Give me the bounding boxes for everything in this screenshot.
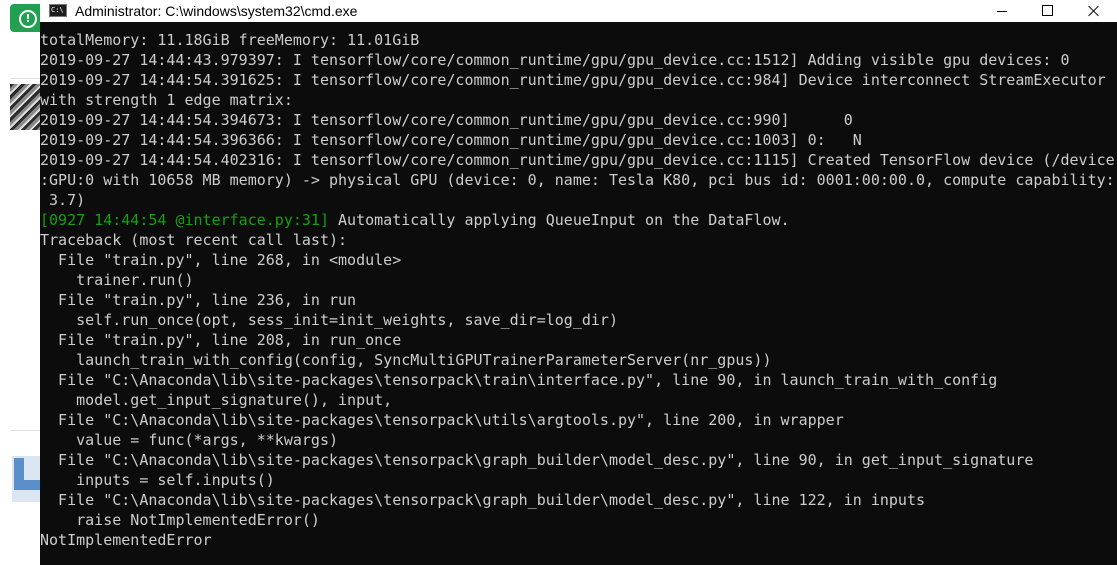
console-line: 2019-09-27 14:44:54.396366: I tensorflow… xyxy=(40,131,862,149)
console-line: 2019-09-27 14:44:54.391625: I tensorflow… xyxy=(40,71,1106,89)
minimize-icon xyxy=(997,11,1007,12)
console-line: inputs = self.inputs() xyxy=(40,471,275,489)
console-line: trainer.run() xyxy=(40,271,194,289)
thumbnail-image[interactable] xyxy=(10,84,40,130)
console-line: with strength 1 edge matrix: xyxy=(40,91,293,109)
console-output[interactable]: totalMemory: 11.18GiB freeMemory: 11.01G… xyxy=(40,30,1117,565)
console-line: NotImplementedError xyxy=(40,531,212,549)
console-line: Traceback (most recent call last): xyxy=(40,231,348,249)
console-line: raise NotImplementedError() xyxy=(40,511,320,529)
console-line: totalMemory: 11.18GiB freeMemory: 11.01G… xyxy=(40,31,420,49)
console-line: 3.7) xyxy=(40,191,86,209)
close-icon xyxy=(1088,5,1100,17)
log-prefix: [0927 14:44:54 @interface.py:31] xyxy=(40,211,329,229)
maximize-button[interactable] xyxy=(1025,0,1071,22)
console-line: 2019-09-27 14:44:54.402316: I tensorflow… xyxy=(40,151,1115,169)
console-line: value = func(*args, **kwargs) xyxy=(40,431,339,449)
console-line: launch_train_with_config(config, SyncMul… xyxy=(40,351,772,369)
console-line: 2019-09-27 14:44:54.394673: I tensorflow… xyxy=(40,111,853,129)
console-line: File "C:\Anaconda\lib\site-packages\tens… xyxy=(40,451,1034,469)
console-line: model.get_input_signature(), input, xyxy=(40,391,393,409)
cmd-window[interactable]: C:\ Administrator: C:\windows\system32\c… xyxy=(40,0,1117,565)
divider xyxy=(10,430,40,431)
divider xyxy=(10,78,40,79)
console-line: File "train.py", line 236, in run xyxy=(40,291,357,309)
console-line: File "C:\Anaconda\lib\site-packages\tens… xyxy=(40,491,926,509)
console-line: File "C:\Anaconda\lib\site-packages\tens… xyxy=(40,411,844,429)
minimize-button[interactable] xyxy=(979,0,1025,22)
console-line: :GPU:0 with 10658 MB memory) -> physical… xyxy=(40,171,1115,189)
notification-badge[interactable]: ! xyxy=(10,4,44,32)
console-line: File "C:\Anaconda\lib\site-packages\tens… xyxy=(40,371,998,389)
console-line: File "train.py", line 208, in run_once xyxy=(40,331,402,349)
close-button[interactable] xyxy=(1071,0,1117,22)
cmd-app-icon[interactable]: C:\ xyxy=(49,4,67,17)
console-line: 2019-09-27 14:44:43.979397: I tensorflow… xyxy=(40,51,1070,69)
console-log-line: [0927 14:44:54 @interface.py:31] Automat… xyxy=(40,210,1117,230)
console-line: File "train.py", line 268, in <module> xyxy=(40,251,402,269)
background-app-strip: ! xyxy=(0,0,44,565)
window-title: Administrator: C:\windows\system32\cmd.e… xyxy=(75,3,358,19)
log-message: Automatically applying QueueInput on the… xyxy=(328,211,790,229)
window-titlebar[interactable]: C:\ Administrator: C:\windows\system32\c… xyxy=(40,0,1117,22)
thumbnail-logo[interactable] xyxy=(12,456,40,502)
console-line: self.run_once(opt, sess_init=init_weight… xyxy=(40,311,618,329)
desktop-screen: ! C:\ Administrator: C:\windows\system32… xyxy=(0,0,1117,565)
info-circle-icon: ! xyxy=(19,10,37,28)
maximize-icon xyxy=(1042,5,1053,16)
